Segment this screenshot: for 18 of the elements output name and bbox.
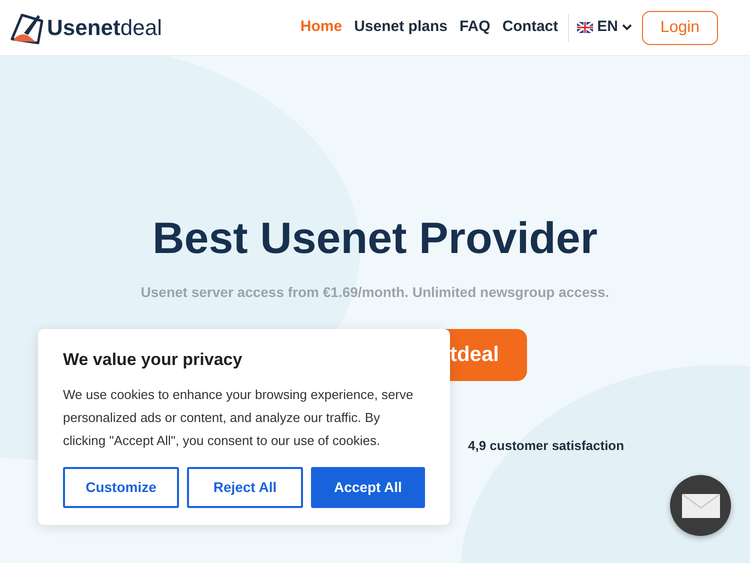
hero-title: Best Usenet Provider (152, 213, 598, 265)
cookie-button[interactable]: Customize (63, 466, 179, 508)
logo-text: Usenetdeal (47, 14, 162, 42)
cookie-button[interactable]: Accept All (310, 466, 425, 508)
envelope-icon (682, 494, 720, 518)
nav-link[interactable]: Contact (496, 16, 564, 39)
chevron-down-icon (622, 24, 632, 31)
nav-link[interactable]: FAQ (453, 16, 496, 39)
language-selector[interactable]: EN (573, 16, 636, 39)
rating-text: 4,9 customer satisfaction (468, 437, 624, 455)
nav-link[interactable]: Home (294, 16, 348, 39)
login-button[interactable]: Login (642, 10, 718, 44)
hero-subtitle: Usenet server access from €1.69/month. Unlimited newsgroup access. (140, 283, 610, 302)
cookie-title: We value your privacy (63, 349, 244, 371)
flag-icon (577, 22, 594, 33)
cookie-button[interactable]: Reject All (186, 466, 303, 508)
cookie-text: We use cookies to enhance your browsing experience, serve personalized ads or content, and analyze our traffic. By clicking "Accept All", you consent to our use of cookies. (63, 386, 414, 450)
nav-link[interactable]: Usenet plans (348, 16, 454, 39)
